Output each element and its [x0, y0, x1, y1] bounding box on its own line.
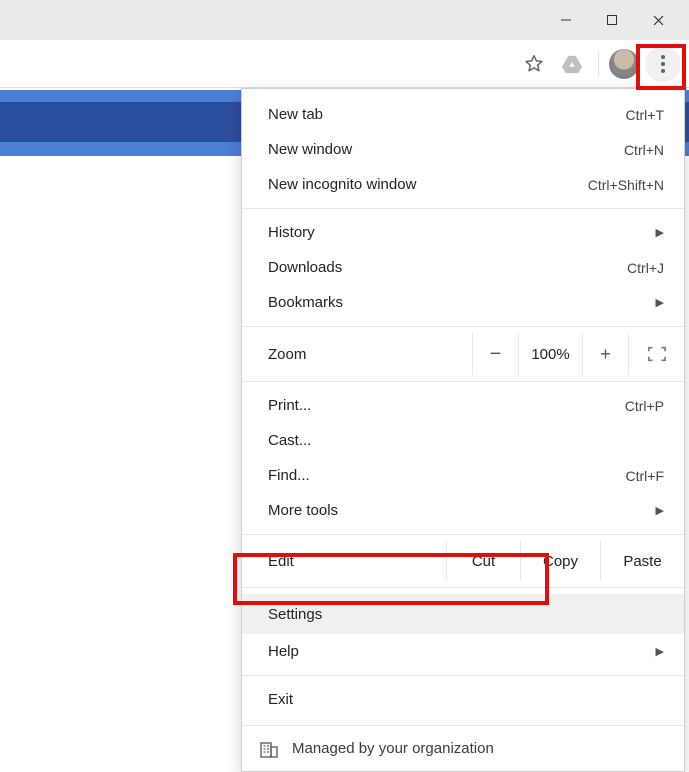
menu-item-find[interactable]: Find... Ctrl+F: [242, 458, 684, 493]
google-drive-icon: [561, 54, 583, 74]
menu-item-exit[interactable]: Exit: [242, 682, 684, 717]
edit-copy-button[interactable]: Copy: [520, 541, 600, 581]
menu-label: History: [268, 224, 656, 241]
menu-shortcut: Ctrl+F: [626, 468, 665, 484]
menu-label: New window: [268, 141, 624, 158]
zoom-in-button[interactable]: +: [582, 333, 628, 375]
browser-toolbar: [0, 40, 689, 88]
window-maximize-button[interactable]: [589, 0, 635, 40]
submenu-arrow-icon: ▶: [656, 226, 664, 239]
organization-icon: [260, 740, 278, 758]
menu-label: Cast...: [268, 432, 664, 449]
chrome-main-menu: New tab Ctrl+T New window Ctrl+N New inc…: [241, 88, 685, 772]
menu-separator: [242, 587, 684, 588]
managed-label: Managed by your organization: [292, 740, 494, 757]
menu-item-print[interactable]: Print... Ctrl+P: [242, 388, 684, 423]
menu-item-more-tools[interactable]: More tools ▶: [242, 493, 684, 528]
menu-item-new-window[interactable]: New window Ctrl+N: [242, 132, 684, 167]
menu-item-zoom: Zoom − 100% +: [242, 333, 684, 375]
window-titlebar: [0, 0, 689, 40]
fullscreen-icon: [648, 346, 666, 362]
menu-label: New tab: [268, 106, 626, 123]
menu-label: Downloads: [268, 259, 627, 276]
menu-item-downloads[interactable]: Downloads Ctrl+J: [242, 250, 684, 285]
menu-label: Exit: [268, 691, 664, 708]
window-close-button[interactable]: [635, 0, 681, 40]
menu-separator: [242, 534, 684, 535]
submenu-arrow-icon: ▶: [656, 296, 664, 309]
menu-separator: [242, 326, 684, 327]
more-menu-button[interactable]: [645, 46, 681, 82]
submenu-arrow-icon: ▶: [656, 504, 664, 517]
edit-cut-button[interactable]: Cut: [446, 541, 520, 581]
menu-item-history[interactable]: History ▶: [242, 215, 684, 250]
menu-item-bookmarks[interactable]: Bookmarks ▶: [242, 285, 684, 320]
submenu-arrow-icon: ▶: [656, 645, 664, 658]
window-minimize-button[interactable]: [543, 0, 589, 40]
menu-item-cast[interactable]: Cast...: [242, 423, 684, 458]
menu-shortcut: Ctrl+J: [627, 260, 664, 276]
menu-label: Settings: [268, 606, 322, 623]
google-drive-button[interactable]: [556, 48, 588, 80]
fullscreen-button[interactable]: [628, 333, 684, 375]
edit-paste-button[interactable]: Paste: [600, 541, 684, 581]
edit-label: Edit: [242, 541, 446, 581]
zoom-value: 100%: [518, 333, 582, 375]
menu-item-managed[interactable]: Managed by your organization: [242, 725, 684, 771]
menu-label: New incognito window: [268, 176, 588, 193]
menu-separator: [242, 208, 684, 209]
menu-shortcut: Ctrl+N: [624, 142, 664, 158]
toolbar-divider: [598, 52, 599, 76]
menu-item-new-incognito[interactable]: New incognito window Ctrl+Shift+N: [242, 167, 684, 202]
menu-item-edit: Edit Cut Copy Paste: [242, 541, 684, 581]
menu-label: Find...: [268, 467, 626, 484]
menu-item-new-tab[interactable]: New tab Ctrl+T: [242, 97, 684, 132]
menu-item-help[interactable]: Help ▶: [242, 634, 684, 669]
menu-shortcut: Ctrl+Shift+N: [588, 177, 664, 193]
menu-separator: [242, 381, 684, 382]
menu-label: Bookmarks: [268, 294, 656, 311]
menu-shortcut: Ctrl+P: [625, 398, 664, 414]
menu-shortcut: Ctrl+T: [626, 107, 665, 123]
star-icon: [523, 53, 545, 75]
menu-separator: [242, 675, 684, 676]
menu-label: Help: [268, 643, 656, 660]
menu-label: Print...: [268, 397, 625, 414]
bookmark-star-button[interactable]: [518, 48, 550, 80]
profile-avatar[interactable]: [609, 49, 639, 79]
zoom-out-button[interactable]: −: [472, 333, 518, 375]
zoom-label: Zoom: [242, 346, 472, 363]
menu-item-settings[interactable]: Settings: [242, 594, 684, 634]
menu-label: More tools: [268, 502, 656, 519]
